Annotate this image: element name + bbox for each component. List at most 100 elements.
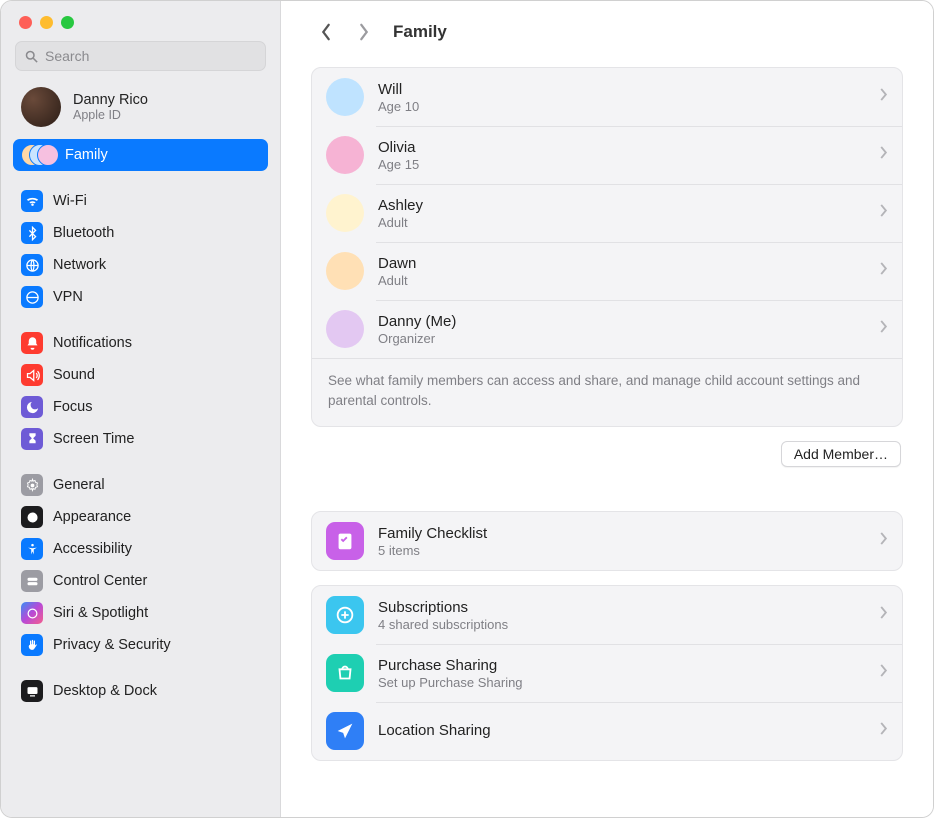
checklist-icon: [326, 522, 364, 560]
sidebar-item-desktop-dock[interactable]: Desktop & Dock: [13, 675, 268, 707]
window-controls: [1, 1, 280, 37]
family-member-row[interactable]: Olivia Age 15: [312, 126, 902, 184]
location-sharing-row[interactable]: Location Sharing: [312, 702, 902, 760]
purchase-sharing-row[interactable]: Purchase Sharing Set up Purchase Sharing: [312, 644, 902, 702]
sidebar-item-bluetooth[interactable]: Bluetooth: [13, 217, 268, 249]
avatar: [326, 252, 364, 290]
sidebar-group-notifications: Notifications Sound Focus Screen Time: [13, 327, 268, 455]
sidebar-item-vpn[interactable]: VPN: [13, 281, 268, 313]
row-title: Subscriptions: [378, 599, 880, 616]
appearance-icon: [21, 506, 43, 528]
minimize-window-button[interactable]: [40, 16, 53, 29]
sidebar-item-control-center[interactable]: Control Center: [13, 565, 268, 597]
member-sub: Age 15: [378, 157, 880, 172]
member-name: Danny (Me): [378, 313, 880, 330]
row-title: Location Sharing: [378, 722, 880, 739]
sidebar-item-privacy-security[interactable]: Privacy & Security: [13, 629, 268, 661]
sidebar-item-label: Accessibility: [53, 541, 132, 557]
subscriptions-icon: [326, 596, 364, 634]
sidebar-item-general[interactable]: General: [13, 469, 268, 501]
bluetooth-icon: [21, 222, 43, 244]
sidebar-item-label: Notifications: [53, 335, 132, 351]
row-text: Will Age 10: [378, 81, 880, 114]
control-center-icon: [21, 570, 43, 592]
add-member-button[interactable]: Add Member…: [781, 441, 901, 467]
sidebar-item-label: Sound: [53, 367, 95, 383]
search-input[interactable]: Search: [15, 41, 266, 71]
subscriptions-row[interactable]: Subscriptions 4 shared subscriptions: [312, 586, 902, 644]
siri-icon: [21, 602, 43, 624]
sidebar: Search Danny Rico Apple ID Family: [1, 1, 281, 817]
sidebar-item-label: Privacy & Security: [53, 637, 171, 653]
chevron-right-icon: [880, 262, 888, 280]
sidebar-item-focus[interactable]: Focus: [13, 391, 268, 423]
purchase-sharing-icon: [326, 654, 364, 692]
sidebar-item-sound[interactable]: Sound: [13, 359, 268, 391]
sidebar-item-notifications[interactable]: Notifications: [13, 327, 268, 359]
sidebar-scroll[interactable]: Danny Rico Apple ID Family Wi-Fi Bluetoo…: [1, 81, 280, 817]
chevron-right-icon: [880, 606, 888, 624]
nav-forward-button[interactable]: [349, 19, 379, 45]
row-sub: Set up Purchase Sharing: [378, 675, 880, 690]
sidebar-item-label: Control Center: [53, 573, 147, 589]
system-settings-window: Search Danny Rico Apple ID Family: [0, 0, 934, 818]
family-member-row[interactable]: Ashley Adult: [312, 184, 902, 242]
row-text: Subscriptions 4 shared subscriptions: [378, 599, 880, 632]
family-checklist-row[interactable]: Family Checklist 5 items: [312, 512, 902, 570]
member-name: Will: [378, 81, 880, 98]
search-icon: [24, 49, 39, 64]
row-text: Purchase Sharing Set up Purchase Sharing: [378, 657, 880, 690]
page-title: Family: [393, 22, 447, 42]
hand-icon: [21, 634, 43, 656]
account-name: Danny Rico: [73, 92, 148, 108]
row-text: Danny (Me) Organizer: [378, 313, 880, 346]
content-scroll[interactable]: Will Age 10 Olivia Age 15 As: [281, 57, 933, 817]
sidebar-item-label: Screen Time: [53, 431, 134, 447]
sidebar-apple-id[interactable]: Danny Rico Apple ID: [13, 81, 268, 133]
main-pane: Family Will Age 10 Olivia Age 15: [281, 1, 933, 817]
desktop-dock-icon: [21, 680, 43, 702]
members-footer-text: See what family members can access and s…: [312, 358, 902, 426]
add-member-row: Add Member…: [311, 427, 903, 467]
member-sub: Organizer: [378, 331, 880, 346]
user-avatar: [21, 87, 61, 127]
family-member-row[interactable]: Danny (Me) Organizer: [312, 300, 902, 358]
network-icon: [21, 254, 43, 276]
sidebar-item-family[interactable]: Family: [13, 139, 268, 171]
sidebar-item-accessibility[interactable]: Accessibility: [13, 533, 268, 565]
family-member-row[interactable]: Will Age 10: [312, 68, 902, 126]
hourglass-icon: [21, 428, 43, 450]
sidebar-group-network: Wi-Fi Bluetooth Network VPN: [13, 185, 268, 313]
sidebar-item-label: General: [53, 477, 105, 493]
sidebar-item-siri-spotlight[interactable]: Siri & Spotlight: [13, 597, 268, 629]
location-sharing-icon: [326, 712, 364, 750]
avatar: [326, 78, 364, 116]
chevron-left-icon: [320, 23, 332, 41]
moon-icon: [21, 396, 43, 418]
row-text: Ashley Adult: [378, 197, 880, 230]
member-name: Dawn: [378, 255, 880, 272]
member-name: Ashley: [378, 197, 880, 214]
nav-back-button[interactable]: [311, 19, 341, 45]
sidebar-item-label: Family: [65, 147, 108, 163]
wifi-icon: [21, 190, 43, 212]
member-name: Olivia: [378, 139, 880, 156]
sidebar-group-desktop: Desktop & Dock: [13, 675, 268, 707]
header: Family: [281, 1, 933, 57]
search-container: Search: [1, 37, 280, 81]
account-sub: Apple ID: [73, 108, 148, 122]
zoom-window-button[interactable]: [61, 16, 74, 29]
sidebar-item-appearance[interactable]: Appearance: [13, 501, 268, 533]
sidebar-group-general: General Appearance Accessibility Control…: [13, 469, 268, 661]
sidebar-item-network[interactable]: Network: [13, 249, 268, 281]
sidebar-item-screen-time[interactable]: Screen Time: [13, 423, 268, 455]
chevron-right-icon: [880, 88, 888, 106]
family-member-row[interactable]: Dawn Adult: [312, 242, 902, 300]
avatar: [326, 194, 364, 232]
close-window-button[interactable]: [19, 16, 32, 29]
chevron-right-icon: [880, 722, 888, 740]
row-sub: 5 items: [378, 543, 880, 558]
chevron-right-icon: [880, 204, 888, 222]
row-title: Family Checklist: [378, 525, 880, 542]
sidebar-item-wifi[interactable]: Wi-Fi: [13, 185, 268, 217]
